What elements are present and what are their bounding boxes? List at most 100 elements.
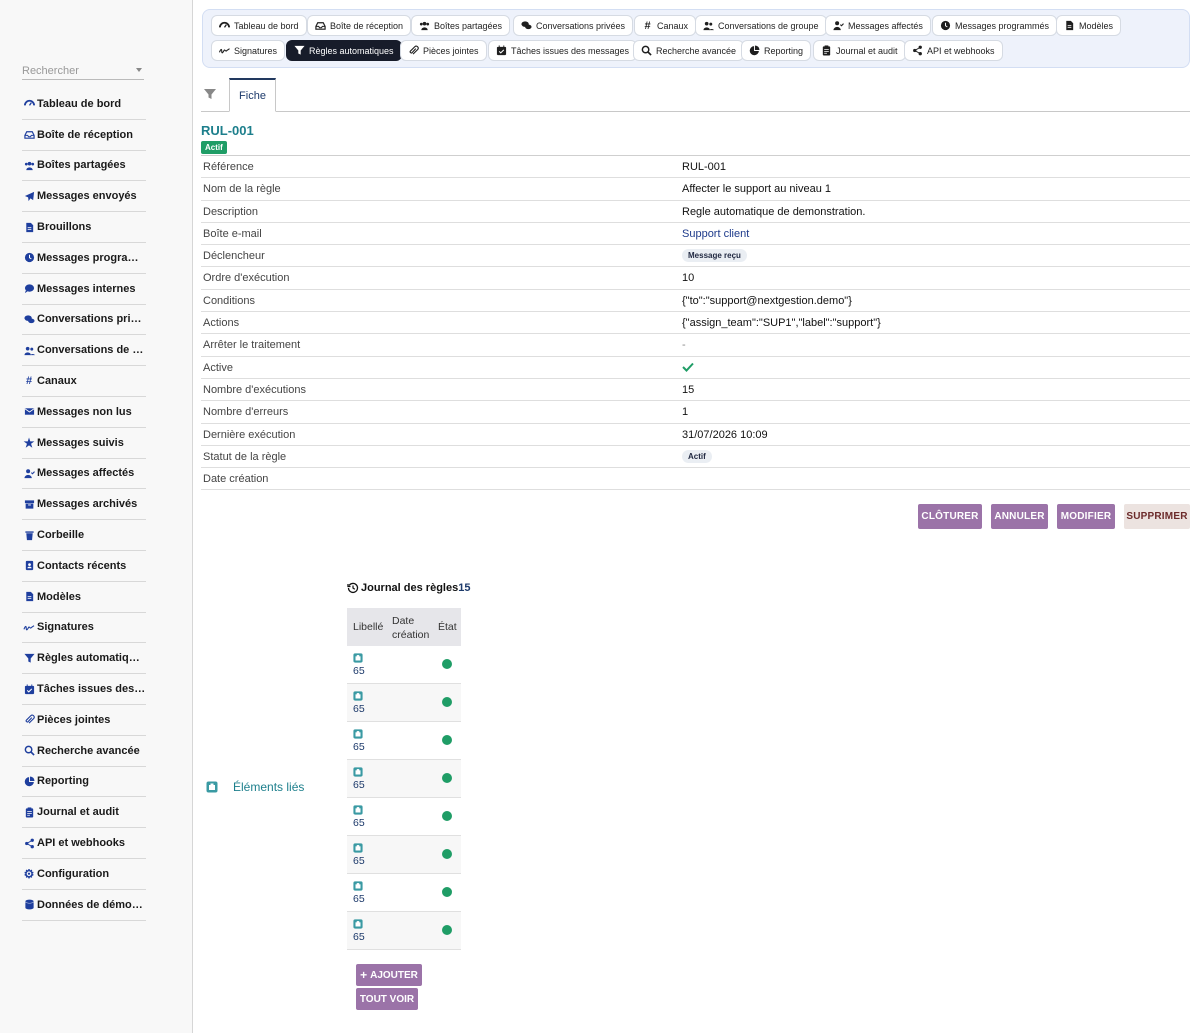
row-label[interactable]: 65 xyxy=(353,779,365,791)
field-row: Déclencheur Message reçu xyxy=(201,245,1190,268)
nav-chip-4[interactable]: Conversations privées xyxy=(513,15,634,36)
row-label[interactable]: 65 xyxy=(353,893,365,905)
nav-chip-9[interactable]: Modèles xyxy=(1056,15,1122,36)
cancel-button[interactable]: ANNULER xyxy=(991,504,1048,529)
search-input[interactable]: Rechercher xyxy=(22,62,144,80)
sidebar-item-label: Messages suivis xyxy=(37,436,124,449)
sidebar-item-6[interactable]: Messages programmés xyxy=(22,243,146,274)
field-row: Boîte e-mail Support client xyxy=(201,223,1190,246)
nav-chip-10[interactable]: Signatures xyxy=(211,40,286,61)
sidebar-item-label: Données de démonstration xyxy=(37,898,146,911)
nav-chip-1[interactable]: Tableau de bord xyxy=(211,15,307,36)
edit-button[interactable]: MODIFIER xyxy=(1057,504,1115,529)
field-label: Ordre d'exécution xyxy=(203,272,290,285)
sidebar-item-12[interactable]: ★ Messages suivis xyxy=(22,428,146,459)
sidebar-item-23[interactable]: Reporting xyxy=(22,767,146,798)
signature-icon xyxy=(22,620,36,634)
record-fields: Référence RUL-001 Nom de la règle Affecter … xyxy=(201,155,1190,491)
sidebar-item-13[interactable]: Messages affectés xyxy=(22,459,146,490)
nav-chip-3[interactable]: Boîtes partagées xyxy=(411,15,511,36)
tab-fiche[interactable]: Fiche xyxy=(229,78,276,112)
nav-chip-label: Tâches issues des messages xyxy=(511,45,630,56)
nav-chip-5[interactable]: # Canaux xyxy=(634,15,697,36)
nav-chip-8[interactable]: Messages programmés xyxy=(932,15,1058,36)
row-label[interactable]: 65 xyxy=(353,931,365,943)
table-row[interactable]: 65 xyxy=(347,912,461,950)
row-label[interactable]: 65 xyxy=(353,855,365,867)
sidebar-item-19[interactable]: Règles automatiques xyxy=(22,643,146,675)
nav-chip-label: Boîte de réception xyxy=(330,20,404,31)
nav-chip-12[interactable]: Pièces jointes xyxy=(400,40,487,61)
sidebar-item-21[interactable]: Pièces jointes xyxy=(22,705,146,736)
clipboard-icon xyxy=(821,45,832,56)
row-label[interactable]: 65 xyxy=(353,741,365,753)
nav-chip-label: Reporting xyxy=(764,45,804,56)
nav-chip-14[interactable]: Recherche avancée xyxy=(633,40,745,61)
linked-elements-label[interactable]: Éléments liés xyxy=(233,780,304,794)
sidebar-item-10[interactable]: # Canaux xyxy=(22,366,146,397)
table-row[interactable]: 65 xyxy=(347,836,461,874)
rule-log-icon xyxy=(353,881,363,891)
search-icon xyxy=(22,744,36,758)
sidebar-item-20[interactable]: Tâches issues des messages xyxy=(22,674,146,705)
sidebar-item-25[interactable]: API et webhooks xyxy=(22,828,146,859)
sidebar-item-22[interactable]: Recherche avancée xyxy=(22,736,146,767)
nav-chip-2[interactable]: Boîte de réception xyxy=(307,15,412,36)
sidebar-item-18[interactable]: Signatures xyxy=(22,613,146,644)
col-header-date[interactable]: Date création xyxy=(392,614,432,642)
col-header-etat[interactable]: État xyxy=(438,621,457,633)
table-row[interactable]: 65 xyxy=(347,760,461,798)
nav-chip-6[interactable]: Conversations de groupe xyxy=(695,15,827,36)
table-row[interactable]: 65 xyxy=(347,798,461,836)
nav-chip-15[interactable]: Reporting xyxy=(741,40,812,61)
sidebar-item-4[interactable]: Messages envoyés xyxy=(22,181,146,213)
nav-chip-13[interactable]: Tâches issues des messages xyxy=(488,40,638,61)
sidebar-item-9[interactable]: Conversations de groupe xyxy=(22,335,146,367)
sidebar-item-1[interactable]: Tableau de bord xyxy=(22,89,146,120)
field-label: Nom de la règle xyxy=(203,183,281,196)
sidebar-item-8[interactable]: Conversations privées xyxy=(22,305,146,336)
row-label[interactable]: 65 xyxy=(353,817,365,829)
field-row: Description Regle automatique de demonstr… xyxy=(201,201,1190,223)
file-icon xyxy=(22,590,36,604)
close-button[interactable]: CLÔTURER xyxy=(918,504,982,529)
nav-chip-11[interactable]: Règles automatiques xyxy=(286,40,402,61)
nav-chip-17[interactable]: API et webhooks xyxy=(904,40,1003,61)
sidebar-item-label: Messages envoyés xyxy=(37,190,137,203)
plus-icon: + xyxy=(360,968,368,982)
table-row[interactable]: 65 xyxy=(347,646,461,684)
see-all-button[interactable]: TOUT VOIR xyxy=(356,988,418,1010)
sidebar-item-2[interactable]: Boîte de réception xyxy=(22,120,146,151)
nav-chip-16[interactable]: Journal et audit xyxy=(813,40,906,61)
sidebar-item-15[interactable]: Corbeille xyxy=(22,520,146,551)
col-header-libelle[interactable]: Libellé xyxy=(353,621,383,633)
sidebar-item-11[interactable]: Messages non lus xyxy=(22,397,146,428)
add-button[interactable]: + AJOUTER xyxy=(356,964,422,986)
nav-chip-7[interactable]: Messages affectés xyxy=(825,15,931,36)
sidebar-item-17[interactable]: Modèles xyxy=(22,582,146,613)
table-row[interactable]: 65 xyxy=(347,874,461,912)
row-label[interactable]: 65 xyxy=(353,665,365,677)
delete-button[interactable]: SUPPRIMER xyxy=(1124,504,1190,529)
sidebar-item-27[interactable]: Données de démonstration xyxy=(22,890,146,921)
sidebar-item-label: Canaux xyxy=(37,375,77,388)
sidebar-item-label: Brouillons xyxy=(37,221,92,234)
sidebar-item-26[interactable]: ⚙ Configuration xyxy=(22,859,146,890)
sidebar-item-label: Messages non lus xyxy=(37,405,132,418)
table-row[interactable]: 65 xyxy=(347,684,461,722)
sidebar-item-label: Messages programmés xyxy=(37,251,146,264)
sidebar-item-3[interactable]: Boîtes partagées xyxy=(22,151,146,182)
sidebar-item-24[interactable]: Journal et audit xyxy=(22,797,146,829)
field-row: Référence RUL-001 xyxy=(201,156,1190,179)
row-label[interactable]: 65 xyxy=(353,703,365,715)
sidebar-item-7[interactable]: Messages internes xyxy=(22,274,146,305)
sidebar-item-14[interactable]: Messages archivés xyxy=(22,489,146,521)
filter-icon[interactable] xyxy=(203,87,217,101)
status-dot xyxy=(442,659,452,669)
sidebar-item-label: Tableau de bord xyxy=(37,97,122,110)
sidebar-item-16[interactable]: Contacts récents xyxy=(22,551,146,582)
table-row[interactable]: 65 xyxy=(347,722,461,760)
field-value[interactable]: Support client xyxy=(682,228,749,240)
sidebar-item-5[interactable]: Brouillons xyxy=(22,212,146,243)
inbox-icon xyxy=(22,128,36,142)
